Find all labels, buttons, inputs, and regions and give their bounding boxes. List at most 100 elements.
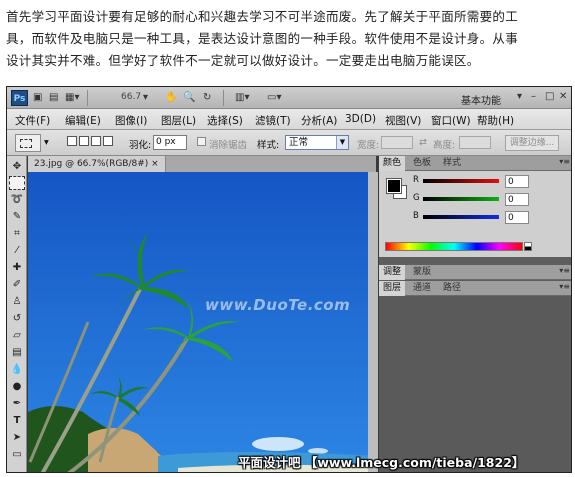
adjustments-panel-tabs: 调整 蒙版 ▾≡: [379, 265, 571, 280]
green-slider[interactable]: [423, 197, 499, 201]
selection-mode-buttons[interactable]: [67, 136, 115, 149]
intersect-selection-icon[interactable]: [103, 136, 113, 146]
options-bar: ▾ 羽化: 0 px 消除锯齿 样式: 正常 ▼ 宽度: ⇄ 高度: 调整边缘..…: [7, 130, 571, 156]
workspace-dropdown-icon[interactable]: ▾: [517, 91, 522, 102]
move-icon[interactable]: ✥: [9, 160, 25, 174]
toolbox: ✥ ➰ ✎ ⌗ ⁄ ✚ ✐ ♙ ↺ ▱ ▤ 💧 ● ✒ T ➤ ▭: [7, 156, 27, 472]
color-spectrum-bar[interactable]: [385, 242, 523, 251]
tab-channels[interactable]: 通道: [409, 281, 435, 296]
tab-paths[interactable]: 路径: [439, 281, 465, 296]
menu-window[interactable]: 窗口(W): [431, 113, 471, 128]
zoom-tool-icon[interactable]: 🔍: [183, 91, 195, 105]
tab-swatches[interactable]: 色板: [409, 156, 435, 171]
panel-spacer: [379, 257, 571, 265]
brush-icon[interactable]: ✐: [9, 278, 25, 292]
add-selection-icon[interactable]: [79, 136, 89, 146]
dodge-icon[interactable]: ●: [9, 380, 25, 394]
width-input: [381, 136, 413, 149]
red-slider[interactable]: [423, 179, 499, 183]
marquee-icon[interactable]: [9, 176, 25, 190]
menu-bar: 文件(F) 编辑(E) 图像(I) 图层(L) 选择(S) 滤镜(T) 分析(A…: [7, 109, 571, 130]
document-tab-title: 23.jpg @ 66.7%(RGB/8#): [34, 159, 149, 169]
menu-help[interactable]: 帮助(H): [477, 113, 514, 128]
blue-slider[interactable]: [423, 215, 499, 219]
menu-select[interactable]: 选择(S): [207, 113, 243, 128]
document-tab[interactable]: 23.jpg @ 66.7%(RGB/8#) ×: [28, 156, 166, 172]
quick-select-icon[interactable]: ✎: [9, 210, 25, 224]
minimize-button[interactable]: –: [531, 91, 536, 102]
tab-adjustments[interactable]: 调整: [379, 265, 406, 280]
tool-preset-dropdown-icon[interactable]: ▾: [44, 137, 49, 148]
height-label: 高度:: [433, 140, 456, 151]
feather-label: 羽化:: [129, 140, 152, 151]
style-select[interactable]: 正常 ▼: [285, 135, 349, 150]
zoom-level[interactable]: 66.7: [121, 92, 141, 102]
layers-panel-tabs: 图层 通道 路径 ▾≡: [379, 281, 571, 296]
tab-styles[interactable]: 样式: [439, 156, 465, 171]
bridge-icon[interactable]: ▣: [33, 91, 42, 105]
extras-menu-icon[interactable]: ▦▾: [65, 91, 79, 105]
gradient-icon[interactable]: ▤: [9, 346, 25, 360]
history-brush-icon[interactable]: ↺: [9, 312, 25, 326]
foreground-color-swatch[interactable]: [386, 178, 402, 194]
subtract-selection-icon[interactable]: [91, 136, 101, 146]
new-selection-icon[interactable]: [67, 136, 77, 146]
screen-mode-icon[interactable]: ▭▾: [267, 91, 281, 105]
type-icon[interactable]: T: [9, 414, 25, 428]
eyedropper-icon[interactable]: ⁄: [9, 244, 25, 258]
path-select-icon[interactable]: ➤: [9, 431, 25, 445]
antialias-label: 消除锯齿: [209, 140, 248, 151]
shape-icon[interactable]: ▭: [9, 448, 25, 462]
color-panel-tabs: 颜色 色板 样式 ▾≡: [379, 156, 571, 171]
menu-filter[interactable]: 滤镜(T): [255, 113, 291, 128]
eraser-icon[interactable]: ▱: [9, 329, 25, 343]
clone-stamp-icon[interactable]: ♙: [9, 295, 25, 309]
beach-palm-image: [28, 172, 376, 472]
channel-label-r: R: [413, 175, 419, 185]
blur-icon[interactable]: 💧: [9, 363, 25, 377]
intro-line: 具，而软件及电脑只是一种工具，是表达设计意图的一种手段。软件使用不是设计身。从事: [6, 31, 519, 46]
canvas-scrollbar[interactable]: [368, 172, 378, 472]
channel-label-g: G: [413, 193, 420, 203]
close-button[interactable]: ✕: [559, 91, 567, 102]
green-value-input[interactable]: 0: [505, 193, 529, 206]
crop-icon[interactable]: ⌗: [9, 227, 25, 241]
maximize-button[interactable]: □: [545, 91, 554, 102]
menu-3d[interactable]: 3D(D): [345, 113, 376, 125]
tab-layers[interactable]: 图层: [379, 281, 406, 296]
ps-logo: Ps: [11, 90, 28, 106]
workspace-switcher[interactable]: 基本功能: [461, 92, 501, 107]
menu-file[interactable]: 文件(F): [15, 113, 50, 128]
menu-edit[interactable]: 编辑(E): [65, 113, 101, 128]
healing-brush-icon[interactable]: ✚: [9, 261, 25, 275]
red-value-input[interactable]: 0: [505, 175, 529, 188]
black-white-picker[interactable]: [524, 242, 532, 251]
tool-preset-picker[interactable]: [15, 134, 41, 152]
hand-tool-icon[interactable]: ✋: [165, 91, 177, 105]
close-icon[interactable]: ×: [151, 159, 159, 169]
panel-menu-icon[interactable]: ▾≡: [559, 266, 570, 275]
zoom-dropdown-icon[interactable]: ▾: [143, 91, 148, 105]
antialias-checkbox[interactable]: [197, 137, 206, 146]
arrange-documents-icon[interactable]: ▥▾: [235, 91, 249, 105]
lasso-icon[interactable]: ➰: [9, 193, 25, 207]
panel-menu-icon[interactable]: ▾≡: [559, 282, 570, 291]
document-canvas[interactable]: [28, 172, 376, 472]
refine-edge-button[interactable]: 调整边缘...: [505, 135, 559, 151]
rotate-view-icon[interactable]: ↻: [203, 91, 211, 105]
blue-value-input[interactable]: 0: [505, 211, 529, 224]
menu-analysis[interactable]: 分析(A): [301, 113, 337, 128]
menu-image[interactable]: 图像(I): [115, 113, 147, 128]
mini-bridge-icon[interactable]: ▤: [49, 91, 58, 105]
feather-input[interactable]: 0 px: [153, 135, 187, 150]
panel-menu-icon[interactable]: ▾≡: [559, 157, 570, 166]
height-input: [459, 136, 491, 149]
application-bar: Ps ▣ ▤ ▦▾ 66.7 ▾ ✋ 🔍 ↻ ▥▾ ▭▾ 基本功能 ▾ – □ …: [7, 87, 571, 109]
tab-color[interactable]: 颜色: [379, 156, 406, 171]
menu-layer[interactable]: 图层(L): [161, 113, 196, 128]
menu-view[interactable]: 视图(V): [385, 113, 421, 128]
swap-icon: ⇄: [419, 137, 427, 148]
canvas-watermark: www.DuoTe.com: [205, 296, 351, 314]
pen-icon[interactable]: ✒: [9, 397, 25, 411]
tab-masks[interactable]: 蒙版: [409, 265, 435, 280]
